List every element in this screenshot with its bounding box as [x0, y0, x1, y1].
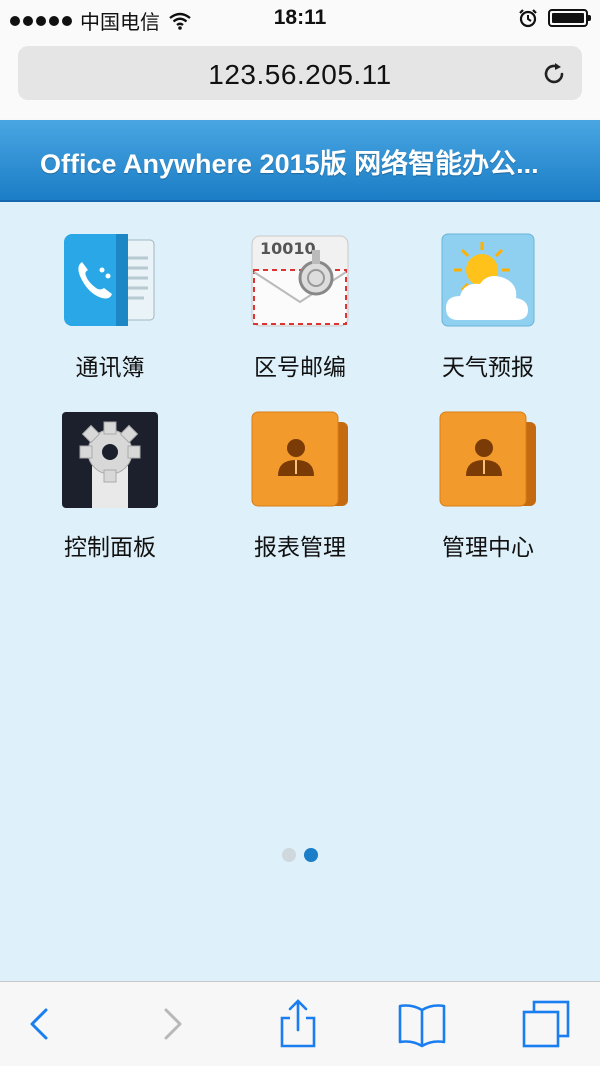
app-tile-report-management[interactable]: 报表管理 [230, 410, 370, 562]
bookmarks-icon[interactable] [396, 998, 448, 1050]
tabs-icon[interactable] [520, 998, 572, 1050]
app-label: 报表管理 [254, 534, 346, 560]
address-book-icon [60, 230, 160, 330]
control-panel-gear-icon [60, 410, 160, 510]
status-right [518, 8, 591, 28]
page-indicator [0, 848, 600, 862]
page-dot-active[interactable] [304, 848, 318, 862]
page-dot[interactable] [282, 848, 296, 862]
browser-address-area: 123.56.205.11 [0, 38, 600, 120]
browser-toolbar [0, 981, 600, 1066]
page-title: Office Anywhere 2015版 网络智能办公... [40, 149, 539, 179]
postcode-envelope-icon: 10010 [250, 230, 350, 330]
weather-icon [438, 230, 538, 330]
status-time: 18:11 [273, 6, 327, 29]
status-bar: 中国电信 18:11 [0, 0, 600, 38]
app-label: 通讯簿 [75, 354, 145, 380]
reload-icon[interactable] [540, 60, 568, 88]
app-tile-control-panel[interactable]: 控制面板 [40, 410, 180, 562]
app-launcher: 通讯簿 10010 区号邮编 天气预报 控制面板 报表管理 管理中心 [0, 202, 600, 981]
app-label: 控制面板 [64, 534, 156, 560]
app-tile-management-center[interactable]: 管理中心 [418, 410, 558, 562]
app-label: 管理中心 [442, 534, 534, 560]
app-tile-weather[interactable]: 天气预报 [418, 230, 558, 382]
app-tile-address-book[interactable]: 通讯簿 [40, 230, 180, 382]
address-bar[interactable]: 123.56.205.11 [18, 46, 582, 100]
app-label: 区号邮编 [254, 354, 346, 380]
alarm-icon [519, 9, 537, 28]
app-label: 天气预报 [442, 354, 534, 380]
app-tile-postcode[interactable]: 10010 区号邮编 [230, 230, 370, 382]
app-header: Office Anywhere 2015版 网络智能办公... [0, 120, 600, 202]
share-icon[interactable] [272, 998, 324, 1050]
management-folder-icon [438, 410, 538, 510]
report-folder-icon [250, 410, 350, 510]
url-text[interactable]: 123.56.205.11 [18, 59, 582, 91]
forward-icon[interactable] [146, 998, 198, 1050]
battery-icon [548, 9, 591, 27]
back-icon[interactable] [14, 998, 66, 1050]
envelope-code-text: 10010 [260, 239, 316, 258]
